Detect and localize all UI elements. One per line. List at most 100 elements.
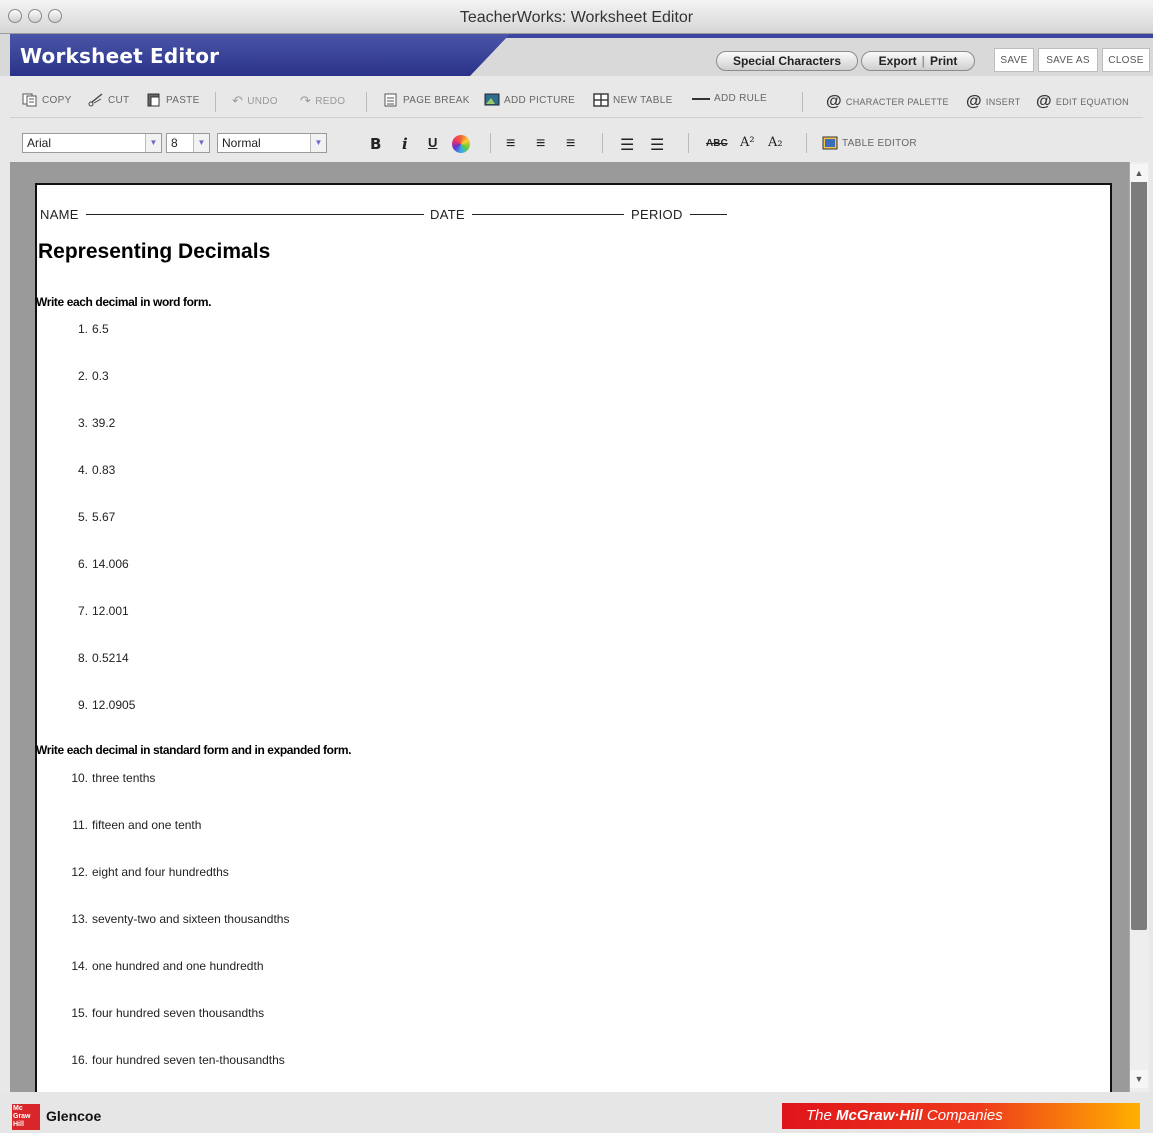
window-title-bar: TeacherWorks: Worksheet Editor	[0, 0, 1153, 34]
list-item: 6. 14.006	[64, 557, 129, 571]
period-line	[690, 214, 727, 215]
print-label[interactable]: Print	[930, 54, 957, 68]
item-text: 0.3	[92, 369, 109, 383]
list-item: 14. one hundred and one hundredth	[64, 959, 263, 973]
add-picture-button[interactable]: ADD PICTURE	[484, 93, 575, 107]
item-text: eight and four hundredths	[92, 865, 229, 879]
bulleted-list-icon[interactable]: ☰	[650, 135, 664, 155]
new-table-label: NEW TABLE	[613, 94, 673, 106]
item-text: four hundred seven ten-thousandths	[92, 1053, 285, 1067]
scroll-down-icon[interactable]: ▼	[1130, 1070, 1148, 1088]
table-editor-button[interactable]: TABLE EDITOR	[822, 136, 917, 150]
scroll-up-icon[interactable]: ▲	[1130, 164, 1148, 182]
align-right-icon[interactable]: ≡	[566, 135, 575, 153]
table-icon	[593, 93, 609, 107]
add-rule-label: ADD RULE	[714, 93, 767, 104]
export-label[interactable]: Export	[879, 54, 917, 68]
item-text: 12.001	[92, 604, 129, 618]
item-text: 6.5	[92, 322, 109, 336]
item-number: 13.	[71, 912, 88, 926]
color-wheel-icon[interactable]	[452, 135, 470, 153]
company-suffix: Companies	[922, 1107, 1003, 1124]
cut-button[interactable]: CUT	[88, 93, 129, 107]
company-prefix: The	[806, 1107, 837, 1124]
window-title: TeacherWorks: Worksheet Editor	[459, 9, 694, 26]
worksheet-page[interactable]	[35, 183, 1112, 1093]
special-characters-button[interactable]: Special Characters	[716, 51, 858, 71]
scrollbar-thumb[interactable]	[1131, 180, 1147, 930]
page-break-label: PAGE BREAK	[403, 94, 470, 106]
redo-button[interactable]: ↷ REDO	[300, 93, 345, 109]
add-rule-button[interactable]: ADD RULE	[692, 93, 767, 104]
section-instruction: Write each decimal in standard form and …	[36, 743, 352, 757]
align-center-icon[interactable]: ≡	[536, 135, 545, 153]
item-number: 3.	[77, 416, 88, 430]
toolbar-divider	[806, 133, 807, 153]
add-picture-label: ADD PICTURE	[504, 94, 576, 106]
paste-button[interactable]: PASTE	[146, 93, 200, 107]
at-icon: @	[826, 93, 842, 110]
redo-label: REDO	[315, 95, 346, 107]
save-button[interactable]: SAVE	[994, 48, 1034, 72]
insert-button[interactable]: @ INSERT	[966, 93, 1021, 111]
page-break-button[interactable]: PAGE BREAK	[383, 93, 470, 107]
subscript-button[interactable]: A₂	[768, 135, 783, 150]
style-value: Normal	[222, 136, 261, 150]
list-item: 13. seventy-two and sixteen thousandths	[64, 912, 289, 926]
glencoe-brand: Glencoe	[46, 1108, 102, 1124]
app-title: Worksheet Editor	[20, 44, 220, 68]
item-number: 10.	[71, 771, 88, 785]
new-table-button[interactable]: NEW TABLE	[593, 93, 673, 107]
strikethrough-button[interactable]: ABC	[706, 138, 728, 149]
item-number: 15.	[71, 1006, 88, 1020]
edit-equation-button[interactable]: @ EDIT EQUATION	[1036, 93, 1129, 111]
page-title: Representing Decimals	[38, 240, 271, 263]
item-number: 4.	[77, 463, 88, 477]
item-text: 0.83	[92, 463, 116, 477]
close-button[interactable]: CLOSE	[1102, 48, 1150, 72]
item-number: 9.	[77, 698, 88, 712]
item-number: 8.	[77, 651, 88, 665]
chevron-down-icon: ▼	[193, 134, 209, 152]
chevron-down-icon: ▼	[145, 134, 161, 152]
align-left-icon[interactable]: ≡	[506, 135, 515, 153]
italic-button[interactable]: i	[402, 135, 408, 153]
mcgraw-hill-logo: Mc Graw Hill	[12, 1104, 40, 1130]
table-editor-label: TABLE EDITOR	[842, 137, 917, 149]
numbered-list-icon[interactable]: ☰	[620, 135, 634, 155]
save-as-button[interactable]: SAVE AS	[1038, 48, 1098, 72]
item-number: 11.	[72, 818, 88, 832]
font-value: Arial	[27, 136, 52, 150]
item-text: four hundred seven thousandths	[92, 1006, 265, 1020]
item-text: 14.006	[92, 557, 129, 571]
character-palette-label: CHARACTER PALETTE	[845, 97, 949, 107]
page-break-icon	[384, 93, 397, 107]
list-item: 1. 6.5	[64, 322, 109, 336]
period-label: PERIOD	[631, 207, 683, 222]
superscript-button[interactable]: A²	[740, 135, 755, 150]
item-text: 5.67	[92, 510, 116, 524]
picture-icon	[484, 93, 500, 106]
table-editor-icon	[822, 136, 838, 150]
underline-button[interactable]: U	[428, 135, 437, 150]
redo-icon: ↷	[300, 93, 312, 108]
style-select[interactable]: Normal ▼	[217, 133, 327, 153]
item-text: 0.5214	[92, 651, 129, 665]
export-print-button[interactable]: Export | Print	[861, 51, 975, 71]
insert-label: INSERT	[985, 97, 1021, 107]
copy-button[interactable]: COPY	[22, 93, 72, 107]
character-palette-button[interactable]: @ CHARACTER PALETTE	[826, 93, 949, 111]
list-item: 12. eight and four hundredths	[64, 865, 229, 879]
size-select[interactable]: 8 ▼	[166, 133, 210, 153]
list-item: 5. 5.67	[64, 510, 115, 524]
paste-label: PASTE	[166, 94, 200, 106]
undo-button[interactable]: ↶ UNDO	[232, 93, 278, 109]
size-value: 8	[171, 136, 178, 150]
item-number: 1.	[77, 322, 88, 336]
date-label: DATE	[430, 207, 465, 222]
list-item: 4. 0.83	[64, 463, 115, 477]
item-number: 2.	[77, 369, 88, 383]
item-number: 6.	[77, 557, 88, 571]
bold-button[interactable]: B	[370, 135, 381, 153]
font-select[interactable]: Arial ▼	[22, 133, 162, 153]
